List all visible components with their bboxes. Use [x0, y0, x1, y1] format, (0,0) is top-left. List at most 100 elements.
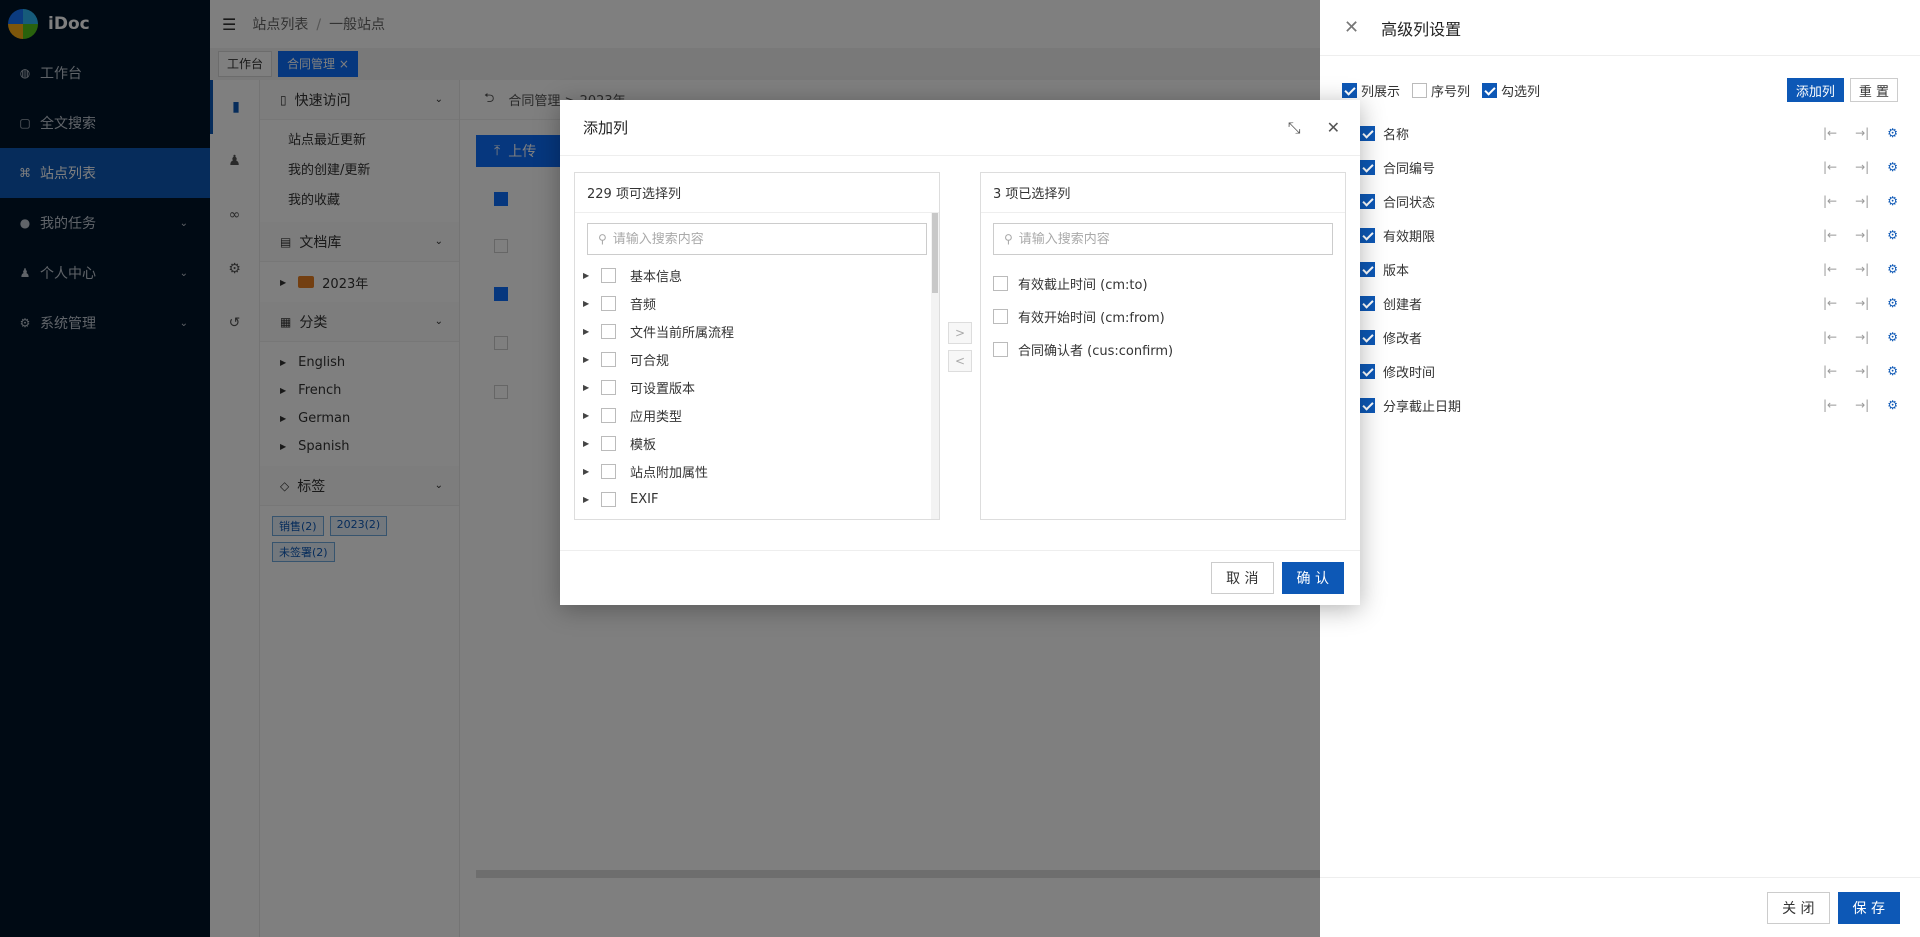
pin-right-icon[interactable]: →|: [1855, 364, 1869, 378]
checkbox[interactable]: [1360, 193, 1375, 209]
checkbox[interactable]: [1360, 159, 1375, 175]
tree-item[interactable]: ▶ 可合规: [583, 345, 939, 373]
tree-item[interactable]: ▶ 站点附加属性: [583, 457, 939, 485]
checkbox[interactable]: [993, 342, 1008, 357]
checkbox[interactable]: [1360, 329, 1375, 345]
tree-item[interactable]: ▶ 应用类型: [583, 401, 939, 429]
pin-right-icon[interactable]: →|: [1855, 262, 1869, 276]
gear-icon[interactable]: ⚙: [1887, 194, 1898, 208]
pin-left-icon[interactable]: |←: [1823, 364, 1837, 378]
pin-left-icon[interactable]: |←: [1823, 228, 1837, 242]
pin-right-icon[interactable]: →|: [1855, 398, 1869, 412]
pin-left-icon[interactable]: |←: [1823, 330, 1837, 344]
available-search-box[interactable]: ⚲: [587, 223, 927, 255]
caret-right-icon[interactable]: ▶: [583, 299, 595, 308]
tree-item[interactable]: ▶ 可设置版本: [583, 373, 939, 401]
checkbox[interactable]: [601, 379, 616, 395]
list-item[interactable]: 有效截止时间 (cm:to): [993, 267, 1345, 300]
gear-icon[interactable]: ⚙: [1887, 398, 1898, 412]
tree-item[interactable]: ▶ 音频: [583, 289, 939, 317]
caret-right-icon[interactable]: ▶: [583, 495, 595, 504]
column-row: 合同编号 |← →| ⚙: [1360, 150, 1898, 184]
checkbox[interactable]: [601, 323, 616, 339]
vertical-scrollbar[interactable]: [931, 213, 939, 519]
gear-icon[interactable]: ⚙: [1887, 126, 1898, 140]
tree-item[interactable]: ▶ 基本信息: [583, 261, 939, 289]
pin-right-icon[interactable]: →|: [1855, 194, 1869, 208]
column-row: 版本 |← →| ⚙: [1360, 252, 1898, 286]
checkbox[interactable]: [1360, 363, 1375, 379]
checkbox[interactable]: [1360, 397, 1375, 413]
scrollbar-thumb[interactable]: [932, 213, 938, 293]
checkbox[interactable]: [1360, 227, 1375, 243]
move-left-button[interactable]: <: [948, 350, 972, 372]
option-show-columns[interactable]: 列展示: [1342, 81, 1400, 100]
caret-right-icon[interactable]: ▶: [583, 439, 595, 448]
tree-item-label: 站点附加属性: [630, 465, 709, 481]
pin-left-icon[interactable]: |←: [1823, 194, 1837, 208]
checkbox[interactable]: [601, 295, 616, 311]
caret-right-icon[interactable]: ▶: [583, 327, 595, 336]
fullscreen-icon[interactable]: ⤡: [1288, 118, 1301, 138]
pin-left-icon[interactable]: |←: [1823, 296, 1837, 310]
option-index-column[interactable]: 序号列: [1412, 81, 1470, 100]
checkbox[interactable]: [1360, 261, 1375, 277]
cancel-button[interactable]: 取 消: [1211, 562, 1274, 594]
move-right-button[interactable]: >: [948, 322, 972, 344]
close-icon[interactable]: ✕: [1327, 118, 1340, 138]
selected-search-box[interactable]: ⚲: [993, 223, 1333, 255]
drawer-options: 列展示 序号列 勾选列 添加列 重 置: [1342, 78, 1898, 102]
gear-icon[interactable]: ⚙: [1887, 364, 1898, 378]
list-item[interactable]: 合同确认者 (cus:confirm): [993, 333, 1345, 366]
pin-right-icon[interactable]: →|: [1855, 160, 1869, 174]
pin-right-icon[interactable]: →|: [1855, 126, 1869, 140]
selected-search-input[interactable]: [1018, 231, 1319, 247]
checkbox[interactable]: [993, 309, 1008, 324]
checkbox[interactable]: [1482, 82, 1498, 98]
add-column-button[interactable]: 添加列: [1786, 78, 1844, 102]
pin-left-icon[interactable]: |←: [1823, 126, 1837, 140]
pin-right-icon[interactable]: →|: [1855, 330, 1869, 344]
drawer-header: ✕ 高级列设置: [1320, 0, 1920, 56]
option-select-column[interactable]: 勾选列: [1482, 81, 1540, 100]
pin-right-icon[interactable]: →|: [1855, 296, 1869, 310]
gear-icon[interactable]: ⚙: [1887, 228, 1898, 242]
checkbox[interactable]: [601, 267, 616, 283]
caret-right-icon[interactable]: ▶: [583, 411, 595, 420]
column-row: 分享截止日期 |← →| ⚙: [1360, 388, 1898, 422]
caret-right-icon[interactable]: ▶: [583, 271, 595, 280]
caret-right-icon[interactable]: ▶: [583, 467, 595, 476]
gear-icon[interactable]: ⚙: [1887, 296, 1898, 310]
checkbox[interactable]: [1360, 295, 1375, 311]
gear-icon[interactable]: ⚙: [1887, 160, 1898, 174]
reset-button[interactable]: 重 置: [1849, 78, 1898, 102]
checkbox[interactable]: [601, 435, 616, 451]
close-button[interactable]: 关 闭: [1767, 891, 1830, 924]
checkbox[interactable]: [1342, 82, 1357, 98]
confirm-button[interactable]: 确 认: [1281, 562, 1344, 594]
caret-right-icon[interactable]: ▶: [583, 383, 595, 392]
pin-left-icon[interactable]: |←: [1823, 398, 1837, 412]
gear-icon[interactable]: ⚙: [1887, 330, 1898, 344]
checkbox[interactable]: [601, 407, 616, 423]
pin-right-icon[interactable]: →|: [1855, 228, 1869, 242]
checkbox[interactable]: [601, 463, 616, 479]
checkbox[interactable]: [1412, 82, 1428, 98]
checkbox[interactable]: [601, 491, 616, 507]
gear-icon[interactable]: ⚙: [1887, 262, 1898, 276]
checkbox[interactable]: [993, 276, 1008, 291]
list-item[interactable]: 有效开始时间 (cm:from): [993, 300, 1345, 333]
save-button[interactable]: 保 存: [1837, 891, 1900, 924]
tree-item[interactable]: ▶ 文件当前所属流程: [583, 317, 939, 345]
tree-item-label: 可合规: [630, 353, 670, 369]
checkbox[interactable]: [1360, 125, 1375, 141]
pin-left-icon[interactable]: |←: [1823, 160, 1837, 174]
pin-left-icon[interactable]: |←: [1823, 262, 1837, 276]
caret-right-icon[interactable]: ▶: [583, 355, 595, 364]
tree-item[interactable]: ▶ 模板: [583, 429, 939, 457]
available-search-input[interactable]: [612, 231, 913, 247]
close-icon[interactable]: ✕: [1344, 17, 1359, 38]
checkbox[interactable]: [601, 351, 616, 367]
tree-item[interactable]: ▶ EXIF: [583, 485, 939, 513]
add-column-dialog: 添加列 ⤡ ✕ 229 项可选择列 ⚲ ▶ 基本信息 ▶ 音频 ▶ 文件当前所属流程 ▶ 可合…: [560, 100, 1360, 605]
